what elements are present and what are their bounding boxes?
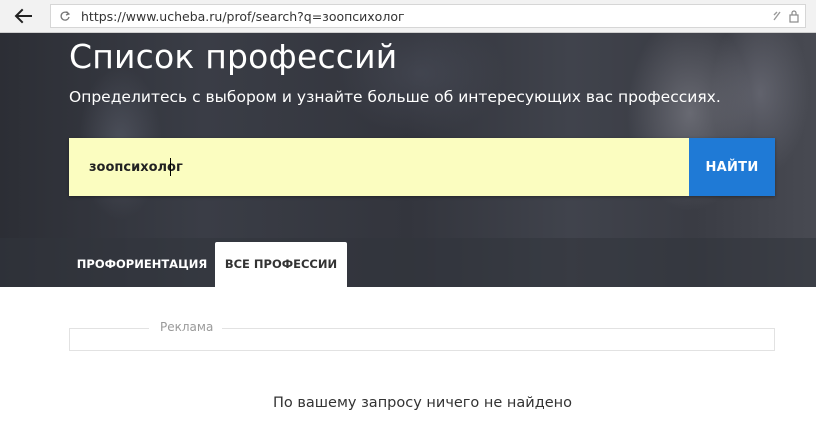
back-button[interactable]: [12, 6, 34, 26]
no-results-message: По вашему запросу ничего не найдено: [272, 395, 573, 411]
search-input[interactable]: [69, 138, 689, 196]
search-form: НАЙТИ: [69, 138, 775, 196]
url-text: https://www.ucheba.ru/prof/search?q=зооп…: [81, 9, 405, 24]
reload-icon[interactable]: [59, 10, 71, 22]
page-subtitle: Определитесь с выбором и узнайте больше …: [69, 88, 721, 106]
browser-address-bar: https://www.ucheba.ru/prof/search?q=зооп…: [0, 0, 816, 33]
lock-icon[interactable]: [789, 9, 799, 23]
search-button[interactable]: НАЙТИ: [689, 138, 775, 196]
star-icon[interactable]: [771, 9, 783, 23]
arrow-left-icon: [14, 8, 32, 24]
tab-proforientation[interactable]: ПРОФОРИЕНТАЦИЯ: [69, 242, 215, 287]
ad-block: [69, 328, 775, 351]
text-caret: [170, 158, 171, 176]
search-input-wrapper: [69, 138, 689, 196]
page-title: Список профессий: [69, 37, 398, 76]
tabs-bar: ПРОФОРИЕНТАЦИЯ ВСЕ ПРОФЕССИИ: [0, 238, 816, 287]
hero-section: Список профессий Определитесь с выбором …: [0, 33, 816, 287]
url-field[interactable]: https://www.ucheba.ru/prof/search?q=зооп…: [50, 4, 806, 28]
tab-all-professions[interactable]: ВСЕ ПРОФЕССИИ: [215, 242, 347, 287]
